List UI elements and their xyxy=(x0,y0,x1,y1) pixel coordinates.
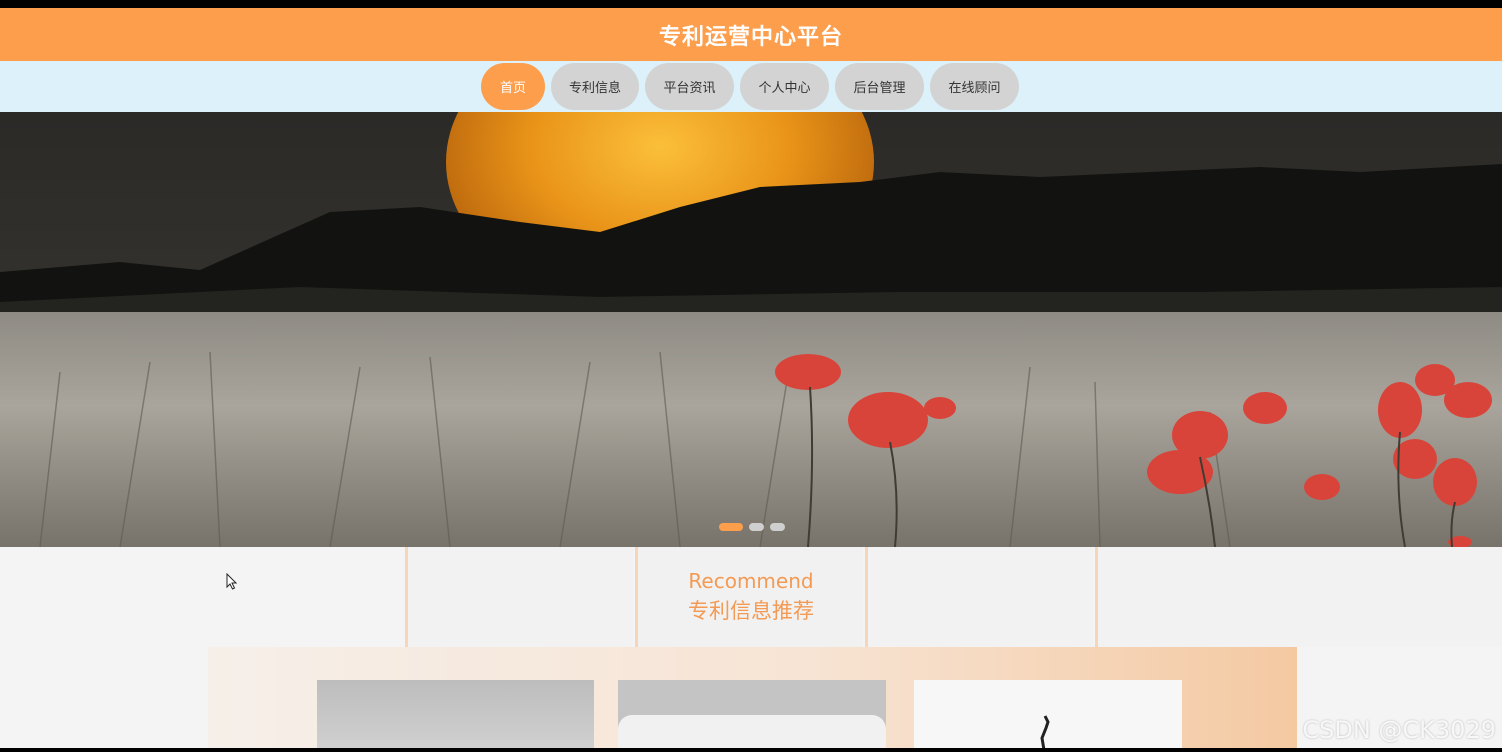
card-image-placeholder xyxy=(618,715,886,752)
page: 专利运营中心平台 首页 专利信息 平台资讯 个人中心 后台管理 在线顾问 Rec… xyxy=(0,0,1502,752)
bottom-black-bar xyxy=(0,748,1502,752)
recommend-title-cn: 专利信息推荐 xyxy=(688,599,814,623)
nav-item-label: 专利信息 xyxy=(568,81,621,96)
nav-item-label: 后台管理 xyxy=(853,81,906,96)
top-black-bar xyxy=(0,0,1502,8)
carousel-dot-3[interactable] xyxy=(770,523,785,531)
site-header: 专利运营中心平台 xyxy=(0,8,1502,61)
carousel-dots xyxy=(719,523,785,531)
recommend-heading: Recommend 专利信息推荐 xyxy=(637,547,865,647)
recommend-card-1[interactable] xyxy=(317,680,594,750)
nav-item-admin[interactable]: 后台管理 xyxy=(835,63,924,110)
recommend-title-en: Recommend xyxy=(688,569,814,593)
recommend-panel xyxy=(208,647,1297,752)
nav-item-label: 个人中心 xyxy=(758,81,811,96)
nav-item-label: 在线顾问 xyxy=(948,81,1001,96)
nav-bar: 首页 专利信息 平台资讯 个人中心 后台管理 在线顾问 xyxy=(0,61,1502,112)
mouse-cursor-icon xyxy=(226,572,238,595)
recommend-card-3[interactable] xyxy=(914,680,1182,750)
recommend-column xyxy=(865,547,1093,647)
carousel-dot-1[interactable] xyxy=(719,523,743,531)
carousel-dot-2[interactable] xyxy=(749,523,764,531)
recommend-card-2[interactable] xyxy=(618,680,886,752)
watermark: CSDN @CK3029 xyxy=(1302,716,1496,744)
nav-item-home[interactable]: 首页 xyxy=(481,63,545,110)
nav-item-patent-info[interactable]: 专利信息 xyxy=(551,63,639,110)
banner-carousel[interactable] xyxy=(0,112,1502,547)
nav-item-online-consultant[interactable]: 在线顾问 xyxy=(930,63,1019,110)
nav-item-label: 平台资讯 xyxy=(663,81,716,96)
recommend-column xyxy=(1095,547,1502,647)
nav-item-personal-center[interactable]: 个人中心 xyxy=(740,63,829,110)
nav-list: 首页 专利信息 平台资讯 个人中心 后台管理 在线顾问 xyxy=(481,63,1019,110)
banner-image xyxy=(0,112,1502,547)
nav-item-platform-news[interactable]: 平台资讯 xyxy=(645,63,734,110)
nav-item-label: 首页 xyxy=(499,81,526,96)
site-title: 专利运营中心平台 xyxy=(658,24,843,50)
card-image-figure xyxy=(1040,715,1050,750)
recommend-column xyxy=(405,547,633,647)
